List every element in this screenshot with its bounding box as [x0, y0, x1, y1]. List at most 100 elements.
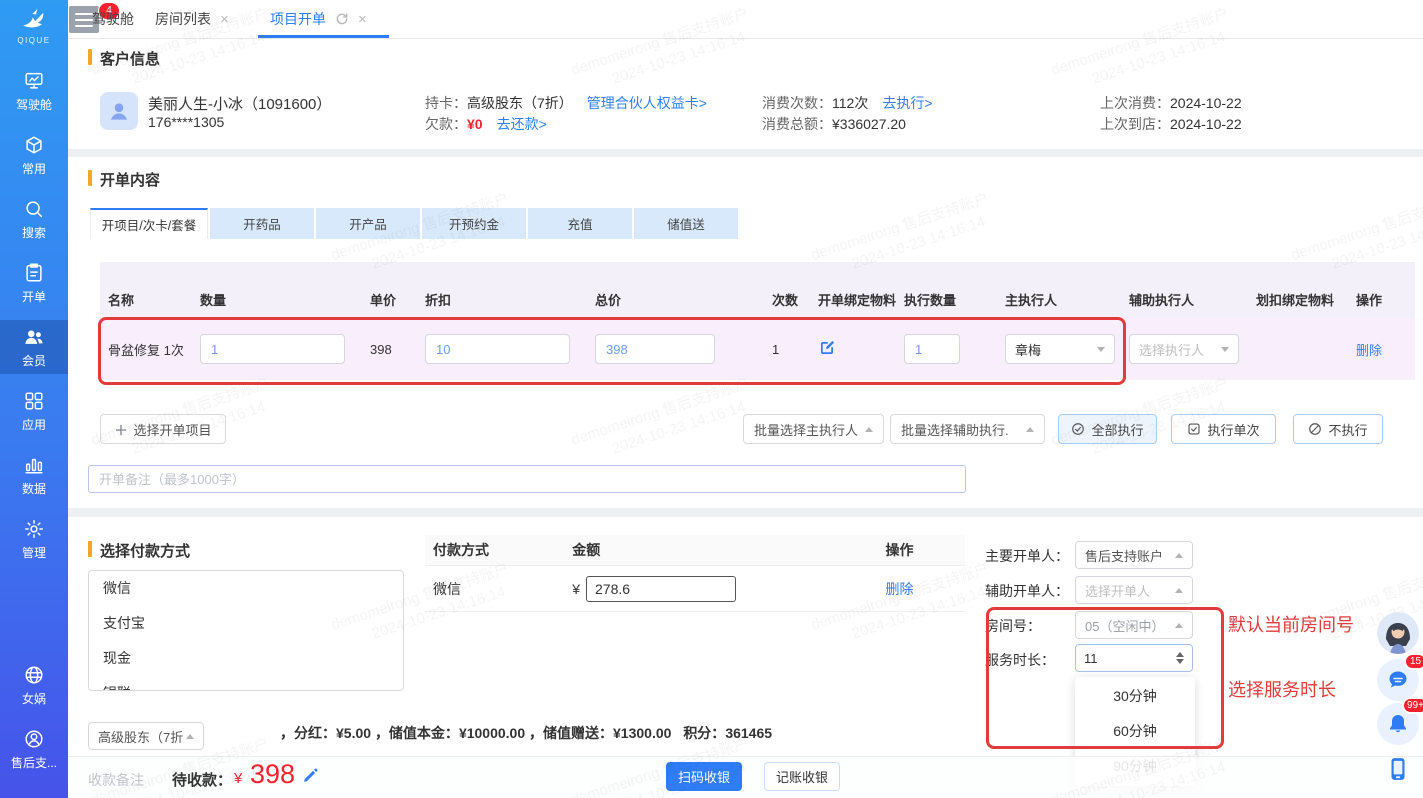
customer-total-line: 消费总额：¥336027.20	[762, 114, 906, 134]
qty-input[interactable]	[200, 334, 345, 364]
sidebar-item-common[interactable]: 常用	[0, 128, 68, 182]
payment-method-list: 微信 支付宝 现金 银联	[88, 570, 404, 691]
sidebar-item-search[interactable]: 搜索	[0, 192, 68, 246]
sidebar-item-nvwa[interactable]: 女娲	[0, 658, 68, 712]
close-icon[interactable]: ×	[358, 11, 367, 28]
stepper-icon[interactable]	[1176, 652, 1184, 664]
chat-bubble-icon	[1386, 668, 1410, 692]
delete-item-link[interactable]: 删除	[1356, 343, 1382, 358]
app-logo[interactable]: QIQUE	[0, 6, 68, 45]
chat-badge: 15	[1404, 653, 1423, 670]
assistant-avatar[interactable]	[1377, 612, 1419, 654]
payment-method-alipay[interactable]: 支付宝	[89, 606, 403, 641]
points-value: 361465	[725, 725, 772, 741]
chevron-up-icon	[1175, 588, 1183, 593]
payment-amount-cell: ¥	[572, 576, 885, 602]
refresh-icon[interactable]	[335, 12, 349, 26]
payment-method-unionpay[interactable]: 银联	[89, 676, 403, 691]
no-execute-button[interactable]: 不执行	[1293, 414, 1383, 444]
chevron-up-icon	[865, 427, 873, 432]
section-accent-bar	[88, 49, 92, 65]
payment-section-title: 选择付款方式	[100, 540, 190, 561]
order-remark-input[interactable]	[88, 465, 966, 493]
order-tab-stored-gift[interactable]: 储值送	[634, 208, 738, 239]
sidebar-item-dashboard[interactable]: 驾驶舱	[0, 64, 68, 118]
aux-executor-select[interactable]: 选择执行人	[1129, 334, 1239, 364]
stored-principal-value: ¥10000.00	[459, 725, 525, 741]
main-executor-select[interactable]: 章梅	[1005, 334, 1115, 364]
chevron-down-icon	[1221, 347, 1229, 352]
customer-section-title: 客户信息	[100, 48, 160, 69]
main-executor-cell: 章梅	[1005, 334, 1129, 364]
app-logo-text: QIQUE	[0, 36, 68, 45]
add-order-item-button[interactable]: ＋选择开单项目	[100, 414, 226, 444]
cube-icon	[23, 134, 45, 156]
mobile-button[interactable]	[1377, 748, 1419, 790]
delete-payment-link[interactable]: 删除	[885, 581, 913, 597]
customer-info-card: 客户信息 美丽人生-小冰（1091600） 176****1305 持卡：高级股…	[68, 39, 1423, 149]
duration-option-30[interactable]: 30分钟	[1075, 679, 1195, 714]
total-cell	[595, 334, 772, 364]
partner-rights-link[interactable]: 管理合伙人权益卡>	[587, 95, 707, 111]
section-accent-bar	[88, 541, 92, 557]
room-number-select[interactable]: 05（空闲中）	[1075, 611, 1193, 639]
credit-pay-button[interactable]: 记账收银	[764, 762, 840, 791]
stored-gift-value: ¥1300.00	[613, 725, 671, 741]
payment-note-button[interactable]: 收款备注	[88, 770, 144, 790]
customer-debt-line: 欠款：¥0去还款>	[425, 114, 547, 134]
scan-pay-button[interactable]: 扫码收银	[666, 762, 742, 791]
check-square-icon	[1187, 422, 1201, 436]
payment-method-wechat[interactable]: 微信	[89, 571, 403, 606]
top-tab-bar: 4 驾驶舱 房间列表 × 项目开单 ×	[68, 0, 1423, 39]
order-tab-deposit[interactable]: 开预约金	[422, 208, 526, 239]
chevron-up-icon	[1175, 553, 1183, 558]
execute-once-button[interactable]: 执行单次	[1171, 414, 1276, 444]
tab-dashboard[interactable]: 驾驶舱	[92, 9, 134, 29]
last-consume-line: 上次消费：2024-10-22	[1100, 93, 1242, 113]
exec-qty-input[interactable]	[904, 334, 960, 364]
gear-icon	[23, 518, 45, 540]
order-tab-product[interactable]: 开产品	[316, 208, 420, 239]
sidebar-item-apps[interactable]: 应用	[0, 384, 68, 438]
sidebar-item-members[interactable]: 会员	[0, 320, 68, 374]
close-icon[interactable]: ×	[220, 11, 229, 28]
customer-phone: 176****1305	[148, 114, 224, 130]
repay-link[interactable]: 去还款>	[497, 116, 547, 132]
batch-aux-executor-button[interactable]: 批量选择辅助执行.	[890, 414, 1045, 444]
order-tab-medicine[interactable]: 开药品	[210, 208, 314, 239]
order-tab-recharge[interactable]: 充值	[528, 208, 632, 239]
customer-avatar	[100, 92, 138, 130]
amount-due-label: 待收款：	[172, 769, 232, 790]
duration-option-60[interactable]: 60分钟	[1075, 714, 1195, 749]
item-name: 骨盆修复 1次	[108, 340, 200, 359]
member-card-select[interactable]: 高级股东（7折	[88, 722, 204, 750]
aux-cashier-select[interactable]: 选择开单人	[1075, 576, 1193, 604]
tab-room-list[interactable]: 房间列表 ×	[155, 9, 229, 29]
sidebar-item-admin[interactable]: 管理	[0, 512, 68, 566]
chevron-up-icon	[186, 734, 194, 739]
plus-icon: ＋	[114, 420, 127, 439]
edit-material-icon[interactable]	[818, 339, 836, 357]
total-price-input[interactable]	[595, 334, 715, 364]
currency-symbol: ¥	[572, 581, 580, 597]
edit-amount-icon[interactable]	[302, 767, 319, 784]
sidebar-item-data[interactable]: 数据	[0, 448, 68, 502]
order-item-row: 骨盆修复 1次 398 1 章梅 选择执行人 删除	[100, 318, 1415, 380]
go-execute-link[interactable]: 去执行>	[882, 95, 932, 111]
tab-project-billing[interactable]: 项目开单 ×	[270, 9, 367, 29]
person-icon	[106, 98, 132, 124]
payment-method-cash[interactable]: 现金	[89, 641, 403, 676]
sidebar-item-billing[interactable]: 开单	[0, 256, 68, 310]
user-circle-icon	[23, 728, 45, 750]
service-duration-input[interactable]: 11	[1075, 644, 1193, 672]
order-tab-project[interactable]: 开项目/次卡/套餐	[90, 208, 208, 239]
times-value: 1	[772, 342, 818, 357]
payment-amount-input[interactable]	[586, 576, 736, 602]
chevron-down-icon	[1097, 347, 1105, 352]
main-cashier-select[interactable]: 售后支持账户	[1075, 541, 1193, 569]
discount-input[interactable]	[425, 334, 570, 364]
batch-main-executor-button[interactable]: 批量选择主执行人	[743, 414, 884, 444]
execute-all-button[interactable]: 全部执行	[1058, 414, 1157, 444]
globe-icon	[23, 664, 45, 686]
sidebar-item-account[interactable]: 售后支...	[0, 722, 68, 776]
